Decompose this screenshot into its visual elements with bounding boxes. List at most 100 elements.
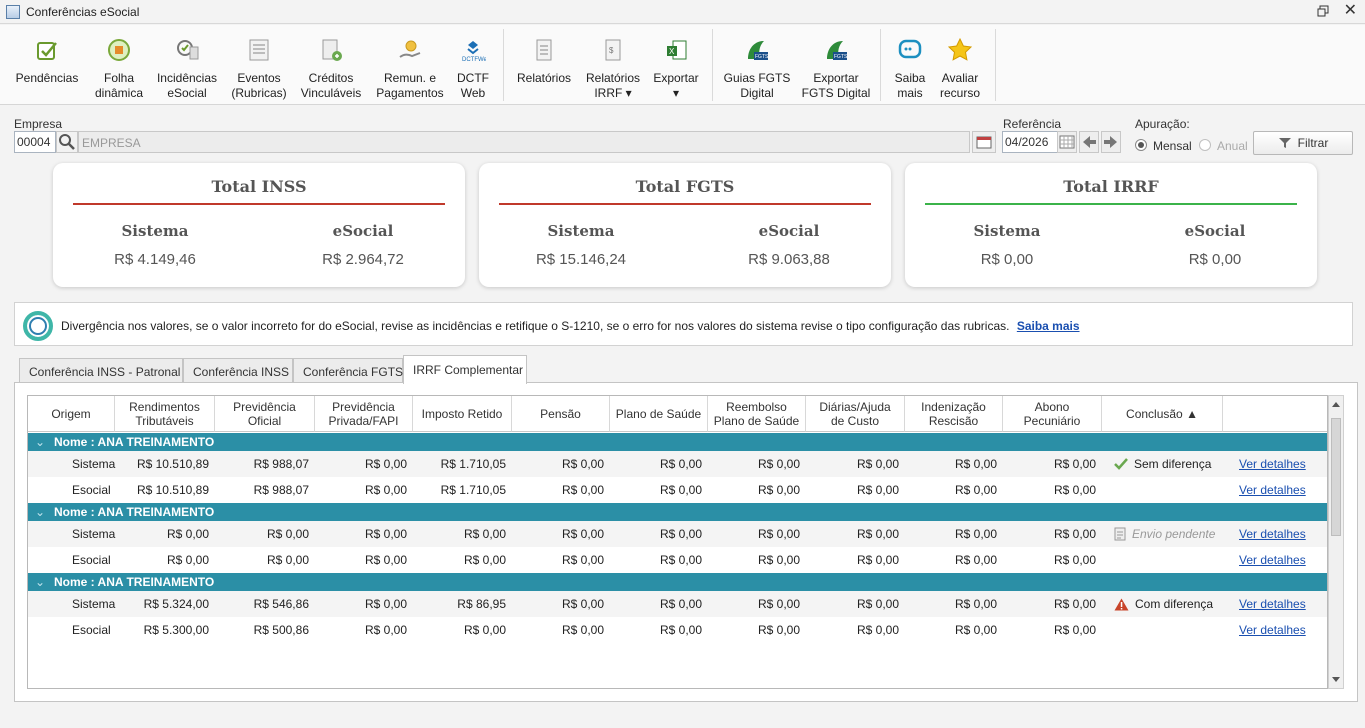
anual-radio[interactable] xyxy=(1199,139,1211,151)
value-cell: R$ 0,00 xyxy=(856,483,899,497)
value-cell: R$ 0,00 xyxy=(1053,623,1096,637)
value-cell: R$ 1.710,05 xyxy=(440,483,506,497)
sistema-value: R$ 0,00 xyxy=(980,251,1034,268)
table-row: Esocial R$ 5.300,00 R$ 500,86 R$ 0,00 R$ 0,0… xyxy=(28,617,1327,643)
ribbon-button-eventos[interactable]: Eventos (Rubricas) xyxy=(228,25,290,105)
column-header-line: Conclusão ▲ xyxy=(1126,406,1198,421)
ribbon-separator xyxy=(995,29,996,101)
value-cell: R$ 0,00 xyxy=(856,553,899,567)
tab-1[interactable]: Conferência INSS xyxy=(183,358,293,383)
ribbon-button-exportar[interactable]: X Exportar ▾ xyxy=(648,25,704,105)
scroll-down-icon[interactable] xyxy=(1331,676,1341,684)
ribbon-label-eventos: Eventos (Rubricas) xyxy=(228,71,290,101)
scroll-thumb[interactable] xyxy=(1331,418,1341,536)
value-cell: R$ 0,00 xyxy=(757,483,800,497)
ribbon-button-relatorios_irrf[interactable]: $ Relatórios IRRF ▾ xyxy=(580,25,646,105)
ver-detalhes-link[interactable]: Ver detalhes xyxy=(1239,477,1306,503)
value-cell: R$ 0,00 xyxy=(1053,553,1096,567)
next-month-button[interactable] xyxy=(1101,131,1121,153)
ribbon-label-dctf: DCTF Web xyxy=(452,71,494,101)
ribbon-button-relatorios[interactable]: Relatórios xyxy=(512,25,576,105)
value-cell: R$ 0,00 xyxy=(364,457,407,471)
ribbon-button-incidencias[interactable]: Incidências eSocial xyxy=(152,25,222,105)
column-header-line: Pecuniário xyxy=(1023,413,1081,428)
ribbon-label-line: recurso xyxy=(939,86,980,100)
saiba-mais-link[interactable]: Saiba mais xyxy=(1017,319,1080,333)
svg-text:X: X xyxy=(669,47,675,56)
column-header[interactable]: Plano de Saúde xyxy=(610,396,708,432)
column-header-label: Previdência Oficial xyxy=(233,400,296,428)
value-cell: R$ 0,00 xyxy=(1053,597,1096,611)
empresa-detail-button[interactable] xyxy=(972,131,996,153)
group-header[interactable]: ⌄ Nome : ANA TREINAMENTO xyxy=(28,573,1327,591)
value-cell: R$ 0,00 xyxy=(856,597,899,611)
value-cell: R$ 0,00 xyxy=(364,597,407,611)
column-header[interactable]: Reembolso Plano de Saúde xyxy=(708,396,806,432)
grid-vertical-scrollbar[interactable] xyxy=(1328,395,1344,689)
report-icon xyxy=(531,37,557,63)
ver-detalhes-link[interactable]: Ver detalhes xyxy=(1239,521,1306,547)
column-header[interactable]: Indenização Rescisão xyxy=(905,396,1003,432)
scroll-up-icon[interactable] xyxy=(1331,400,1341,408)
column-header[interactable]: Previdência Oficial xyxy=(215,396,315,432)
column-header[interactable]: Rendimentos Tributáveis xyxy=(115,396,215,432)
table-row: Sistema R$ 5.324,00 R$ 546,86 R$ 0,00 R$ 86,… xyxy=(28,591,1327,617)
chevron-down-icon[interactable]: ⌄ xyxy=(35,503,45,521)
calendar-button[interactable] xyxy=(1057,131,1077,153)
column-header[interactable]: Previdência Privada/FAPI xyxy=(315,396,413,432)
filtrar-button[interactable]: Filtrar xyxy=(1253,131,1353,155)
tab-0[interactable]: Conferência INSS - Patronal xyxy=(19,358,183,383)
esocial-value: R$ 2.964,72 xyxy=(322,251,404,268)
column-header[interactable]: Pensão xyxy=(512,396,610,432)
previous-month-button[interactable] xyxy=(1079,131,1099,153)
column-header-line: Origem xyxy=(51,406,91,421)
column-header[interactable]: Conclusão ▲ xyxy=(1102,396,1223,432)
tab-2[interactable]: Conferência FGTS xyxy=(293,358,403,383)
referencia-input[interactable]: 04/2026 xyxy=(1002,131,1058,153)
tab-3[interactable]: IRRF Complementar xyxy=(403,355,527,384)
column-header-label: Origem xyxy=(51,407,90,421)
column-header[interactable]: Origem xyxy=(28,396,115,432)
column-header[interactable]: Abono Pecuniário xyxy=(1003,396,1102,432)
ribbon-button-pendencias[interactable]: Pendências xyxy=(8,25,86,105)
value-cell: R$ 0,00 xyxy=(561,483,604,497)
column-header-line: Diárias/Ajuda xyxy=(819,399,891,414)
column-header[interactable] xyxy=(1223,396,1327,432)
empresa-code-input[interactable]: 00004 xyxy=(14,131,56,153)
search-button[interactable] xyxy=(56,131,78,153)
chevron-down-icon[interactable]: ⌄ xyxy=(35,573,45,591)
ribbon-button-saiba[interactable]: Saiba mais xyxy=(888,25,932,105)
ver-detalhes-link[interactable]: Ver detalhes xyxy=(1239,617,1306,643)
ver-detalhes-link[interactable]: Ver detalhes xyxy=(1239,547,1306,573)
ver-detalhes-link[interactable]: Ver detalhes xyxy=(1239,451,1306,477)
ribbon-button-avaliar[interactable]: Avaliar recurso xyxy=(934,25,986,105)
ribbon-button-exportar_fgts[interactable]: FGTS Exportar FGTS Digital xyxy=(798,25,874,105)
column-header-line: Previdência xyxy=(233,399,296,414)
chevron-down-icon[interactable]: ⌄ xyxy=(35,433,45,451)
column-header[interactable]: Imposto Retido xyxy=(413,396,512,432)
ribbon-button-guias_fgts[interactable]: FGTS Guias FGTS Digital xyxy=(722,25,792,105)
mensal-radio[interactable] xyxy=(1135,139,1147,151)
incidence-icon xyxy=(174,37,200,63)
conclusion-text: Sem diferença xyxy=(1134,457,1212,471)
ribbon-label-line: Guias FGTS xyxy=(723,71,791,85)
ribbon-button-creditos[interactable]: Créditos Vinculáveis xyxy=(296,25,366,105)
ribbon-label-line: Vinculáveis xyxy=(300,86,362,100)
restore-window-icon[interactable] xyxy=(1317,5,1329,17)
ribbon-button-folha[interactable]: Folha dinâmica xyxy=(90,25,148,105)
anual-label: Anual xyxy=(1217,139,1248,153)
close-icon[interactable]: ✕ xyxy=(1344,3,1357,19)
ribbon-toolbar: Pendências Folha dinâmica Incidências eSocia… xyxy=(0,25,1365,105)
esocial-label: eSocial xyxy=(332,222,394,240)
ver-detalhes-link[interactable]: Ver detalhes xyxy=(1239,591,1306,617)
events-list-icon xyxy=(246,37,272,63)
svg-text:FGTS: FGTS xyxy=(834,54,848,60)
group-header[interactable]: ⌄ Nome : ANA TREINAMENTO xyxy=(28,503,1327,521)
origem-cell: Esocial xyxy=(72,483,111,497)
column-header[interactable]: Diárias/Ajuda de Custo xyxy=(806,396,905,432)
group-header[interactable]: ⌄ Nome : ANA TREINAMENTO xyxy=(28,433,1327,451)
ribbon-button-remun[interactable]: Remun. e Pagamentos xyxy=(372,25,448,105)
value-cell: R$ 0,00 xyxy=(954,553,997,567)
svg-text:DCTFWeb: DCTFWeb xyxy=(462,57,486,63)
ribbon-button-dctf[interactable]: DCTFWeb DCTFWeb xyxy=(452,25,494,105)
